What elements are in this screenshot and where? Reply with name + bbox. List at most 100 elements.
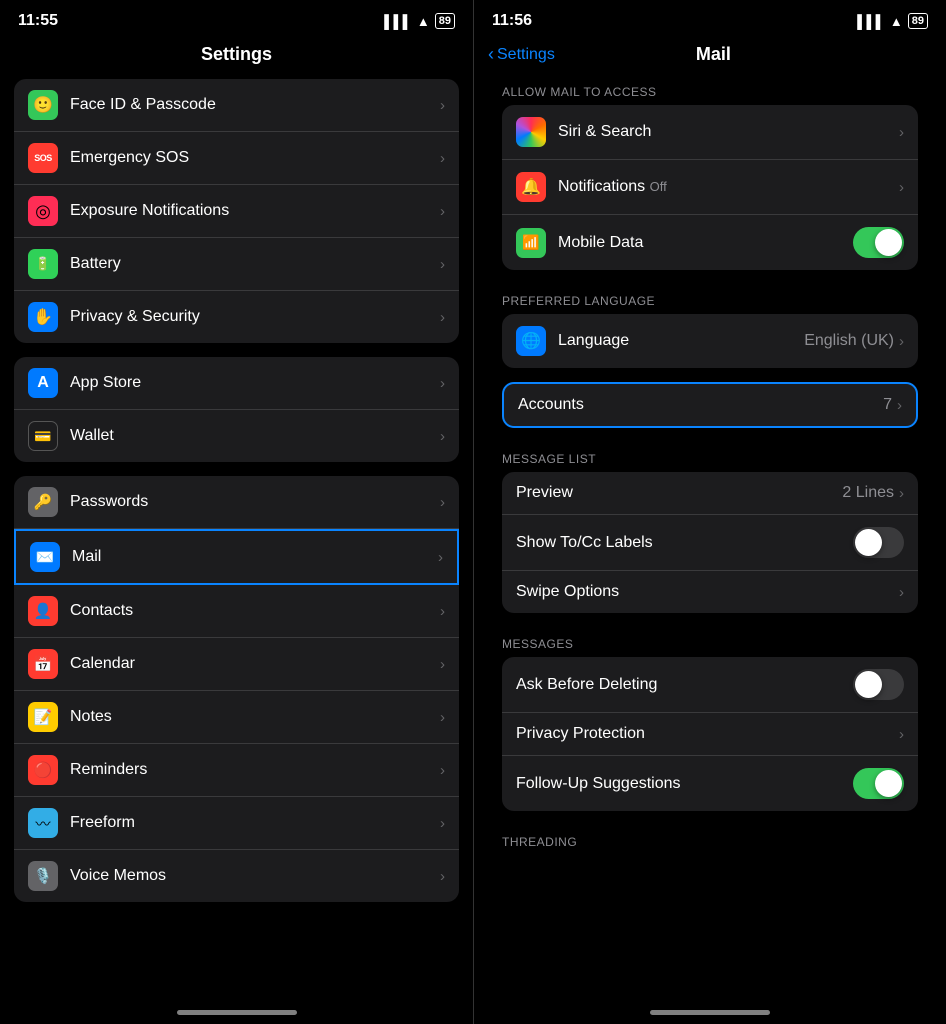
- back-button[interactable]: ‹ Settings: [488, 44, 555, 65]
- battery-label: Battery: [70, 255, 434, 273]
- left-status-bar: 11:55 ▌▌▌ ▲ 89: [0, 0, 473, 36]
- notes-icon: 📝: [28, 702, 58, 732]
- sidebar-item-app-store[interactable]: A App Store ›: [14, 357, 459, 410]
- sidebar-item-freeform[interactable]: 〰 Freeform ›: [14, 797, 459, 850]
- contacts-icon: 👤: [28, 596, 58, 626]
- show-tocc-label: Show To/Cc Labels: [516, 534, 653, 551]
- left-panel: 11:55 ▌▌▌ ▲ 89 Settings 🙂 Face ID & Pass…: [0, 0, 473, 1024]
- wallet-chevron: ›: [440, 428, 445, 445]
- accounts-value: 7: [883, 396, 892, 414]
- privacy-icon: ✋: [28, 302, 58, 332]
- notifications-sublabel: Off: [650, 179, 667, 194]
- language-icon: 🌐: [516, 326, 546, 356]
- threading-header: THREADING: [488, 825, 932, 855]
- emergency-sos-icon: SOS: [28, 143, 58, 173]
- right-page-title: Mail: [555, 44, 872, 65]
- right-status-bar: 11:56 ▌▌▌ ▲ 89: [474, 0, 946, 36]
- passwords-label: Passwords: [70, 493, 434, 511]
- right-panel: 11:56 ▌▌▌ ▲ 89 ‹ Settings Mail ALLOW MAI…: [473, 0, 946, 1024]
- siri-search-row[interactable]: Siri & Search ›: [502, 105, 918, 160]
- swipe-options-label: Swipe Options: [516, 583, 619, 600]
- mail-chevron: ›: [438, 549, 443, 566]
- mail-label: Mail: [72, 548, 432, 566]
- language-row[interactable]: 🌐 Language English (UK) ›: [502, 314, 918, 368]
- privacy-protection-row[interactable]: Privacy Protection ›: [502, 713, 918, 756]
- ask-before-deleting-row[interactable]: Ask Before Deleting: [502, 657, 918, 713]
- sidebar-item-wallet[interactable]: 💳 Wallet ›: [14, 410, 459, 462]
- reminders-chevron: ›: [440, 762, 445, 779]
- sidebar-item-reminders[interactable]: 🔴 Reminders ›: [14, 744, 459, 797]
- sidebar-item-calendar[interactable]: 📅 Calendar ›: [14, 638, 459, 691]
- follow-up-row[interactable]: Follow-Up Suggestions: [502, 756, 918, 811]
- mobile-data-label: Mobile Data: [558, 234, 643, 251]
- sidebar-item-voice-memos[interactable]: 🎙️ Voice Memos ›: [14, 850, 459, 902]
- notifications-chevron: ›: [899, 179, 904, 196]
- security-group: 🙂 Face ID & Passcode › SOS Emergency SOS…: [14, 79, 459, 343]
- accounts-label: Accounts: [518, 396, 584, 413]
- ask-before-deleting-toggle[interactable]: [853, 669, 904, 700]
- sidebar-item-exposure[interactable]: ◎ Exposure Notifications ›: [14, 185, 459, 238]
- notifications-row[interactable]: 🔔 Notifications Off ›: [502, 160, 918, 215]
- ask-before-deleting-label: Ask Before Deleting: [516, 676, 657, 693]
- follow-up-knob: [875, 770, 902, 797]
- contacts-chevron: ›: [440, 603, 445, 620]
- left-status-icons: ▌▌▌ ▲ 89: [384, 13, 455, 29]
- left-scroll: 🙂 Face ID & Passcode › SOS Emergency SOS…: [0, 79, 473, 1004]
- right-wifi-icon: ▲: [890, 14, 903, 29]
- emergency-sos-label: Emergency SOS: [70, 149, 434, 167]
- sidebar-item-privacy[interactable]: ✋ Privacy & Security ›: [14, 291, 459, 343]
- wallet-label: Wallet: [70, 427, 434, 445]
- sidebar-item-mail[interactable]: ✉️ Mail ›: [14, 529, 459, 585]
- accounts-row[interactable]: Accounts 7 ›: [504, 384, 916, 426]
- follow-up-toggle[interactable]: [853, 768, 904, 799]
- freeform-icon: 〰: [28, 808, 58, 838]
- messages-header: MESSAGES: [488, 627, 932, 657]
- calendar-chevron: ›: [440, 656, 445, 673]
- notifications-label: Notifications: [558, 178, 645, 195]
- sidebar-item-face-id[interactable]: 🙂 Face ID & Passcode ›: [14, 79, 459, 132]
- sidebar-item-passwords[interactable]: 🔑 Passwords ›: [14, 476, 459, 529]
- preview-value: 2 Lines: [842, 484, 894, 502]
- mobile-data-toggle[interactable]: [853, 227, 904, 258]
- app-store-icon: A: [28, 368, 58, 398]
- sidebar-item-emergency-sos[interactable]: SOS Emergency SOS ›: [14, 132, 459, 185]
- preview-row[interactable]: Preview 2 Lines ›: [502, 472, 918, 515]
- emergency-sos-chevron: ›: [440, 150, 445, 167]
- right-home-indicator: [474, 1004, 946, 1024]
- follow-up-label: Follow-Up Suggestions: [516, 775, 681, 792]
- reminders-label: Reminders: [70, 761, 434, 779]
- preview-label: Preview: [516, 484, 573, 501]
- freeform-label: Freeform: [70, 814, 434, 832]
- left-page-title: Settings: [0, 36, 473, 79]
- show-tocc-toggle[interactable]: [853, 527, 904, 558]
- messages-group: Ask Before Deleting Privacy Protection ›…: [502, 657, 918, 811]
- accounts-chevron: ›: [897, 397, 902, 414]
- right-signal-icon: ▌▌▌: [857, 14, 885, 29]
- voice-memos-label: Voice Memos: [70, 867, 434, 885]
- battery-chevron: ›: [440, 256, 445, 273]
- calendar-icon: 📅: [28, 649, 58, 679]
- face-id-icon: 🙂: [28, 90, 58, 120]
- back-chevron-icon: ‹: [488, 44, 494, 65]
- app-store-chevron: ›: [440, 375, 445, 392]
- sidebar-item-contacts[interactable]: 👤 Contacts ›: [14, 585, 459, 638]
- back-label: Settings: [497, 46, 555, 64]
- right-battery-icon: 89: [908, 13, 928, 29]
- left-home-bar: [177, 1010, 297, 1015]
- allow-mail-group: Siri & Search › 🔔 Notifications Off › 📶 …: [502, 105, 918, 270]
- sidebar-item-battery[interactable]: 🔋 Battery ›: [14, 238, 459, 291]
- right-nav: ‹ Settings Mail: [474, 36, 946, 75]
- notes-label: Notes: [70, 708, 434, 726]
- ask-before-deleting-knob: [855, 671, 882, 698]
- face-id-label: Face ID & Passcode: [70, 96, 434, 114]
- mobile-data-row[interactable]: 📶 Mobile Data: [502, 215, 918, 270]
- siri-search-chevron: ›: [899, 124, 904, 141]
- battery-settings-icon: 🔋: [28, 249, 58, 279]
- show-tocc-row[interactable]: Show To/Cc Labels: [502, 515, 918, 571]
- calendar-label: Calendar: [70, 655, 434, 673]
- right-home-bar: [650, 1010, 770, 1015]
- privacy-protection-label: Privacy Protection: [516, 725, 645, 742]
- swipe-options-row[interactable]: Swipe Options ›: [502, 571, 918, 613]
- sidebar-item-notes[interactable]: 📝 Notes ›: [14, 691, 459, 744]
- signal-icon: ▌▌▌: [384, 14, 412, 29]
